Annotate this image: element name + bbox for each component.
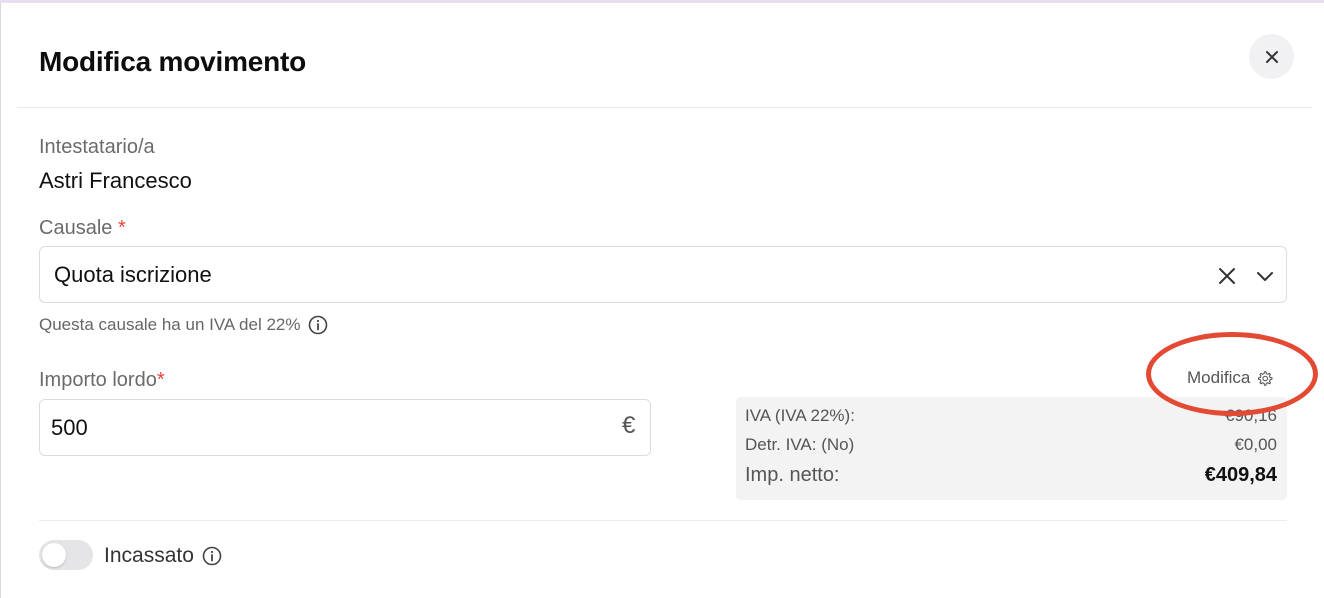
amount-label: Importo lordo*: [39, 369, 165, 392]
collected-label-text: Incassato: [104, 544, 194, 567]
close-icon: [1265, 50, 1278, 63]
clear-icon[interactable]: [1215, 264, 1239, 288]
highlight-annotation: [1146, 332, 1318, 416]
causale-hint: Questa causale ha un IVA del 22%: [39, 315, 328, 335]
header-divider: [17, 107, 1312, 108]
causale-select[interactable]: Quota iscrizione: [39, 246, 1287, 303]
required-mark: *: [117, 217, 126, 239]
collected-label: Incassato: [104, 544, 222, 568]
collected-toggle[interactable]: [39, 540, 93, 570]
window-top-border: [0, 0, 1324, 3]
causale-label-text: Causale: [39, 217, 113, 239]
close-button[interactable]: [1249, 34, 1294, 79]
holder-label: Intestatario/a: [39, 136, 155, 158]
summary-deduction-label: Detr. IVA: (No): [745, 435, 855, 454]
amount-field[interactable]: €: [39, 399, 651, 456]
chevron-down-icon[interactable]: [1253, 264, 1277, 288]
window-left-border: [0, 3, 1, 598]
summary-net-label: Imp. netto:: [745, 464, 840, 486]
currency-symbol: €: [622, 412, 636, 439]
info-icon[interactable]: [308, 315, 328, 335]
causale-selected-value: Quota iscrizione: [54, 262, 212, 287]
section-divider: [39, 520, 1287, 521]
amount-label-text: Importo lordo: [39, 369, 157, 391]
summary-row-deduction: Detr. IVA: (No) €0,00: [745, 435, 1277, 455]
summary-net-value: €409,84: [1204, 464, 1277, 486]
dialog-title: Modifica movimento: [39, 46, 307, 77]
summary-vat-label: IVA (IVA 22%):: [745, 406, 855, 425]
summary-deduction-value: €0,00: [1234, 435, 1277, 454]
causale-label: Causale *: [39, 217, 126, 240]
summary-row-net: Imp. netto: €409,84: [745, 464, 1277, 487]
required-mark: *: [156, 369, 165, 391]
amount-input[interactable]: [51, 412, 591, 444]
info-icon[interactable]: [202, 546, 222, 566]
causale-hint-text: Questa causale ha un IVA del 22%: [39, 315, 301, 334]
toggle-knob: [42, 543, 66, 567]
holder-value: Astri Francesco: [39, 168, 192, 193]
